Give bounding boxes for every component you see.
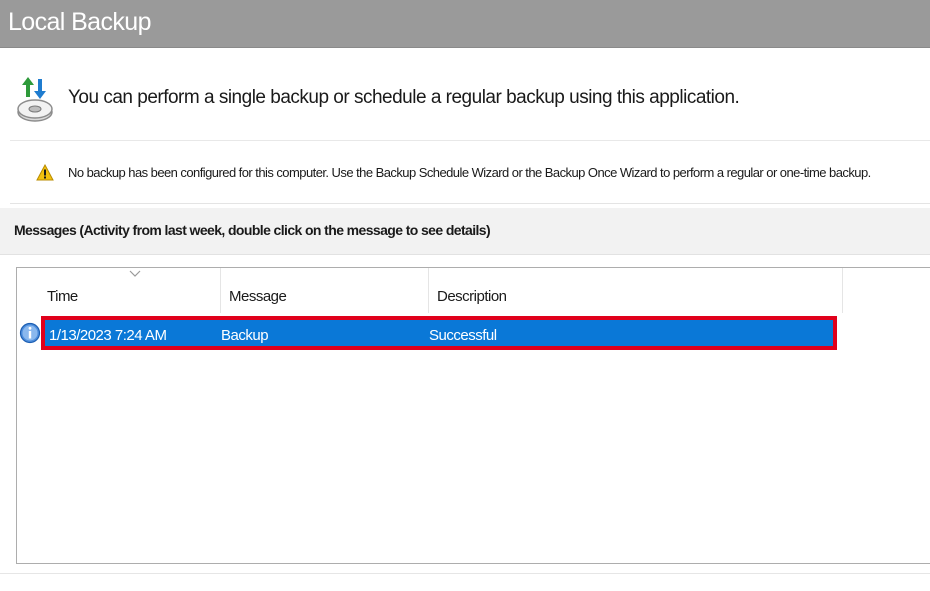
divider xyxy=(0,573,930,574)
warning-banner: No backup has been configured for this c… xyxy=(10,140,930,204)
messages-section-header: Messages (Activity from last week, doubl… xyxy=(0,208,930,255)
cell-message: Backup xyxy=(221,327,269,344)
table-row[interactable]: 1/13/2023 7:24 AM Backup Successful xyxy=(17,316,930,352)
column-header-label: Message xyxy=(229,288,287,305)
column-header-label: Time xyxy=(47,288,78,305)
page-title: Local Backup xyxy=(8,8,152,36)
column-header-description[interactable]: Description xyxy=(429,268,843,313)
intro-description: You can perform a single backup or sched… xyxy=(68,87,740,108)
cell-description: Successful xyxy=(429,327,497,344)
cell-time: 1/13/2023 7:24 AM xyxy=(49,327,167,344)
warning-text: No backup has been configured for this c… xyxy=(68,165,871,180)
backup-drive-icon xyxy=(14,75,56,125)
sort-chevron-icon xyxy=(129,270,141,277)
info-icon xyxy=(19,322,41,344)
messages-list[interactable]: Time Message Description 1/13/2023 7:24 … xyxy=(16,267,930,564)
selected-row-highlight[interactable]: 1/13/2023 7:24 AM Backup Successful xyxy=(41,316,837,350)
column-header-time[interactable]: Time xyxy=(39,268,221,313)
local-backup-window: Local Backup You can perform a single ba… xyxy=(0,0,930,591)
title-bar: Local Backup xyxy=(0,0,930,48)
column-header-label: Description xyxy=(437,288,507,305)
column-header-message[interactable]: Message xyxy=(221,268,429,313)
warning-icon xyxy=(36,163,54,181)
messages-header: Messages (Activity from last week, doubl… xyxy=(14,222,491,238)
column-headers: Time Message Description xyxy=(17,268,930,313)
